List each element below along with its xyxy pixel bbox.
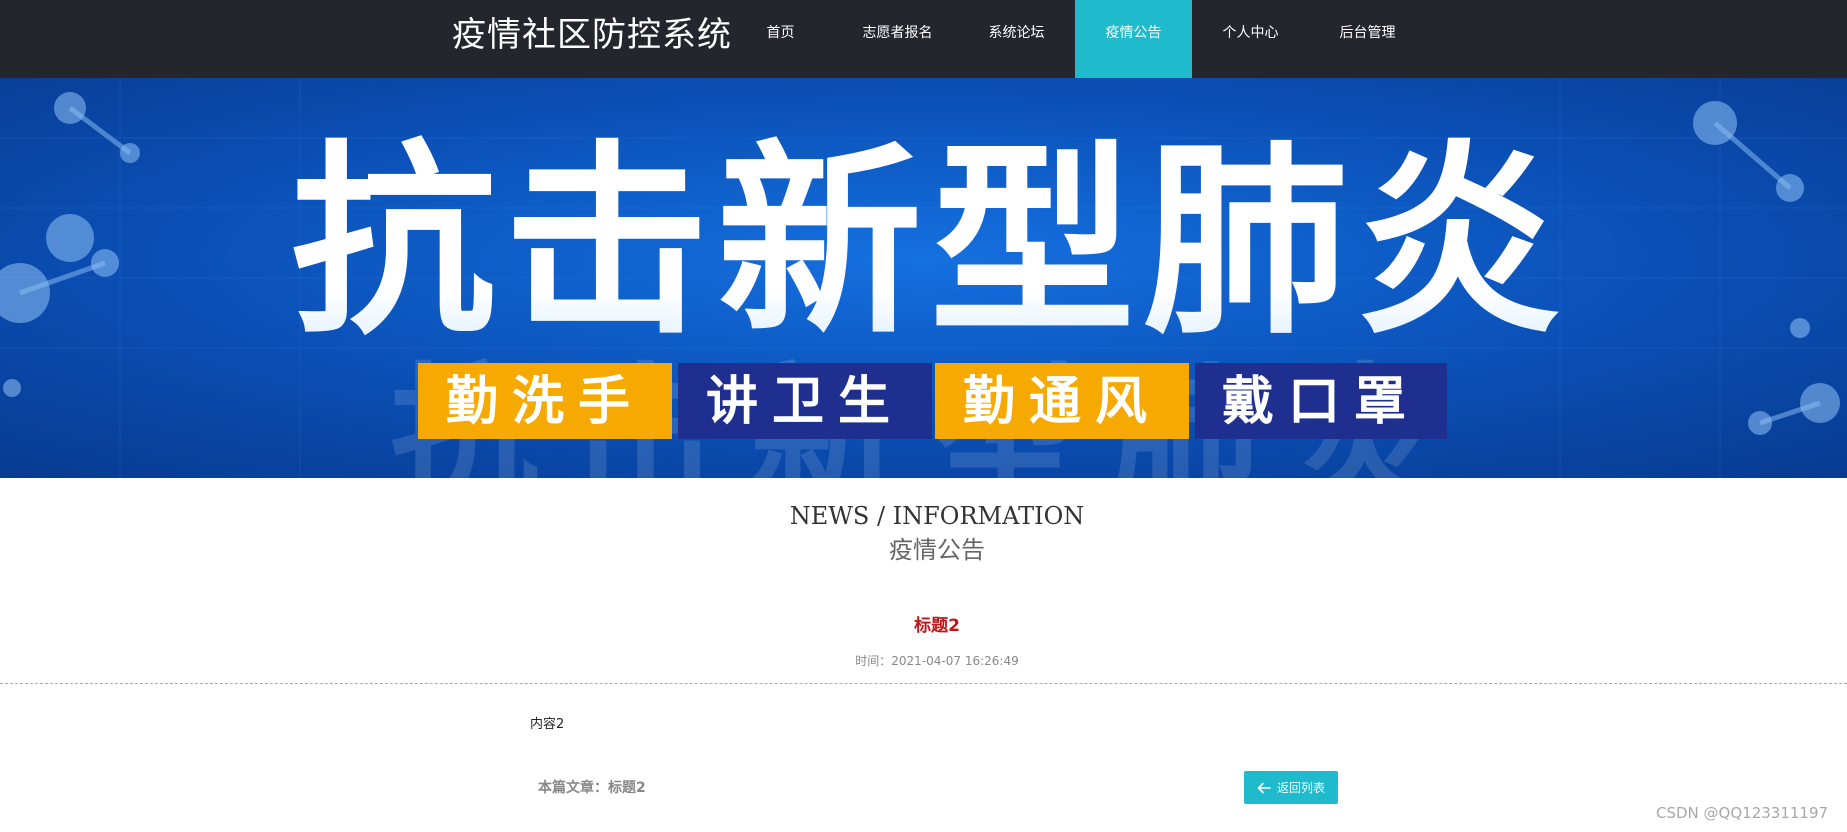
nav-item-personal-center[interactable]: 个人中心: [1192, 0, 1309, 78]
article-footer: 本篇文章：标题2: [538, 777, 646, 797]
section-title-en: NEWS / INFORMATION: [789, 502, 1085, 530]
article-time-value: 2021-04-07 16:26:49: [891, 654, 1019, 668]
banner-graphic: 抗击新型肺炎 抗击新型肺炎 勤洗手 讲卫生 勤通风 戴口罩: [0, 78, 1847, 478]
article-divider: [0, 683, 1847, 684]
main-nav: 首页 志愿者报名 系统论坛 疫情公告 个人中心 后台管理: [722, 0, 1426, 78]
article-meta: 时间：2021-04-07 16:26:49: [0, 652, 1847, 669]
footer-label: 本篇文章：: [538, 780, 608, 796]
footer-article-title: 标题2: [608, 780, 646, 796]
section-title-cn: 疫情公告: [889, 536, 985, 564]
nav-item-home[interactable]: 首页: [722, 0, 839, 78]
nav-item-volunteer-signup[interactable]: 志愿者报名: [839, 0, 956, 78]
csdn-watermark: CSDN @QQ123311197: [1656, 804, 1829, 822]
banner-image: 抗击新型肺炎 抗击新型肺炎 勤洗手 讲卫生 勤通风 戴口罩: [0, 78, 1847, 478]
nav-item-admin[interactable]: 后台管理: [1309, 0, 1426, 78]
banner-headline: 抗击新型肺炎: [291, 124, 1569, 362]
top-navbar: 疫情社区防控系统 首页 志愿者报名 系统论坛 疫情公告 个人中心 后台管理: [0, 0, 1847, 78]
article-title: 标题2: [914, 616, 960, 636]
back-to-list-label: 返回列表: [1276, 781, 1325, 795]
article-time-label: 时间：: [855, 654, 892, 668]
slogan-1: 勤洗手: [446, 372, 644, 432]
article-content: 内容2: [530, 717, 565, 732]
arrow-left-icon: [1257, 782, 1271, 793]
back-to-list-button[interactable]: 返回列表: [1244, 771, 1338, 804]
nav-item-epidemic-notice[interactable]: 疫情公告: [1075, 0, 1192, 78]
nav-item-forum[interactable]: 系统论坛: [958, 0, 1075, 78]
site-title[interactable]: 疫情社区防控系统: [452, 0, 732, 78]
slogan-3: 勤通风: [963, 372, 1161, 432]
slogan-4: 戴口罩: [1222, 372, 1420, 432]
slogan-2: 讲卫生: [706, 372, 904, 432]
